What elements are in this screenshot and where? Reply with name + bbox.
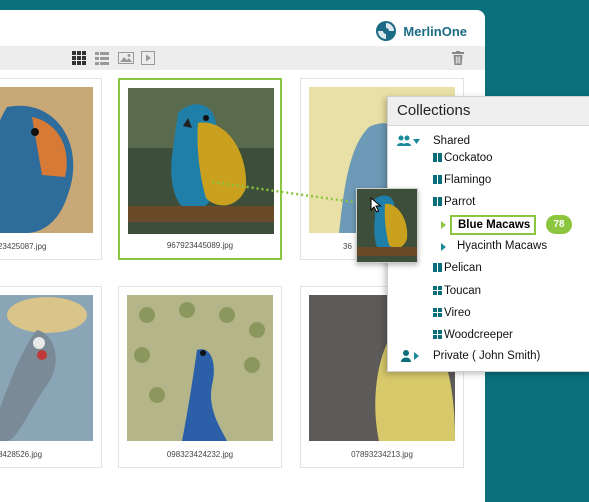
filename-label: 098323424232.jpg: [166, 450, 234, 459]
asset-card[interactable]: 8428526.jpg: [0, 286, 102, 468]
collection-icon: [433, 175, 442, 184]
collection-label: Cockatoo: [444, 152, 493, 164]
asset-card-selected[interactable]: 967923445089.jpg: [118, 78, 282, 260]
collection-label: Flamingo: [444, 174, 492, 186]
filename-label: 967923445089.jpg: [166, 241, 234, 250]
expand-arrow-icon[interactable]: [441, 243, 446, 251]
collection-label: Parrot: [444, 196, 476, 208]
collection-label: Toucan: [444, 285, 482, 297]
user-icon: [401, 350, 411, 362]
collection-item-toucan[interactable]: Toucan: [433, 285, 481, 297]
collection-label: Woodcreeper: [444, 329, 513, 341]
collection-icon: [433, 197, 442, 206]
collection-item-blue-macaws[interactable]: Blue Macaws: [450, 215, 536, 235]
mouse-cursor-icon: [370, 197, 382, 213]
collection-item-pelican[interactable]: Pelican: [433, 262, 482, 274]
filename-label: 07893234213.jpg: [351, 450, 413, 459]
list-view-icon[interactable]: [95, 51, 109, 65]
collection-label: Vireo: [444, 307, 471, 319]
drag-preview-thumbnail[interactable]: [356, 188, 418, 263]
brand-logo: MerlinOne: [375, 20, 467, 42]
toolbar: [0, 46, 485, 70]
peacock-thumbnail[interactable]: [127, 295, 273, 441]
chevron-down-icon[interactable]: [413, 139, 420, 144]
crowned-crane-thumbnail[interactable]: [0, 295, 93, 441]
macaw-thumbnail[interactable]: [128, 88, 274, 234]
bird-thumbnail[interactable]: [0, 87, 93, 233]
collection-item-hyacinth-macaws[interactable]: Hyacinth Macaws: [457, 240, 547, 252]
collection-icon: [433, 263, 442, 272]
expand-arrow-icon[interactable]: [441, 221, 446, 229]
collection-grid-icon: [433, 286, 442, 295]
collection-grid-icon: [433, 308, 442, 317]
private-collection-label[interactable]: Private ( John Smith): [433, 350, 540, 362]
collection-item-flamingo[interactable]: Flamingo: [433, 174, 491, 186]
count-badge: 78: [546, 215, 572, 234]
grid-view-icon[interactable]: [72, 51, 86, 65]
image-view-icon[interactable]: [118, 51, 134, 65]
video-view-icon[interactable]: [141, 51, 155, 65]
collection-grid-icon: [433, 330, 442, 339]
shared-label[interactable]: Shared: [433, 135, 470, 147]
group-users-icon: [397, 135, 411, 146]
asset-card[interactable]: 923425087.jpg: [0, 78, 102, 260]
collection-label: Pelican: [444, 262, 482, 274]
collections-title: Collections: [388, 97, 589, 126]
filename-label: 8428526.jpg: [0, 450, 43, 459]
collection-item-woodcreeper[interactable]: Woodcreeper: [433, 329, 513, 341]
filename-label: 923425087.jpg: [0, 242, 47, 251]
trash-icon[interactable]: [452, 51, 464, 65]
collection-item-parrot[interactable]: Parrot: [433, 196, 475, 208]
collection-item-cockatoo[interactable]: Cockatoo: [433, 152, 493, 164]
merlinone-logo-icon: [376, 21, 397, 41]
collection-icon: [433, 153, 442, 162]
collection-item-vireo[interactable]: Vireo: [433, 307, 471, 319]
brand-name: MerlinOne: [403, 23, 467, 39]
expand-arrow-icon[interactable]: [414, 352, 419, 360]
asset-card[interactable]: 098323424232.jpg: [118, 286, 282, 468]
